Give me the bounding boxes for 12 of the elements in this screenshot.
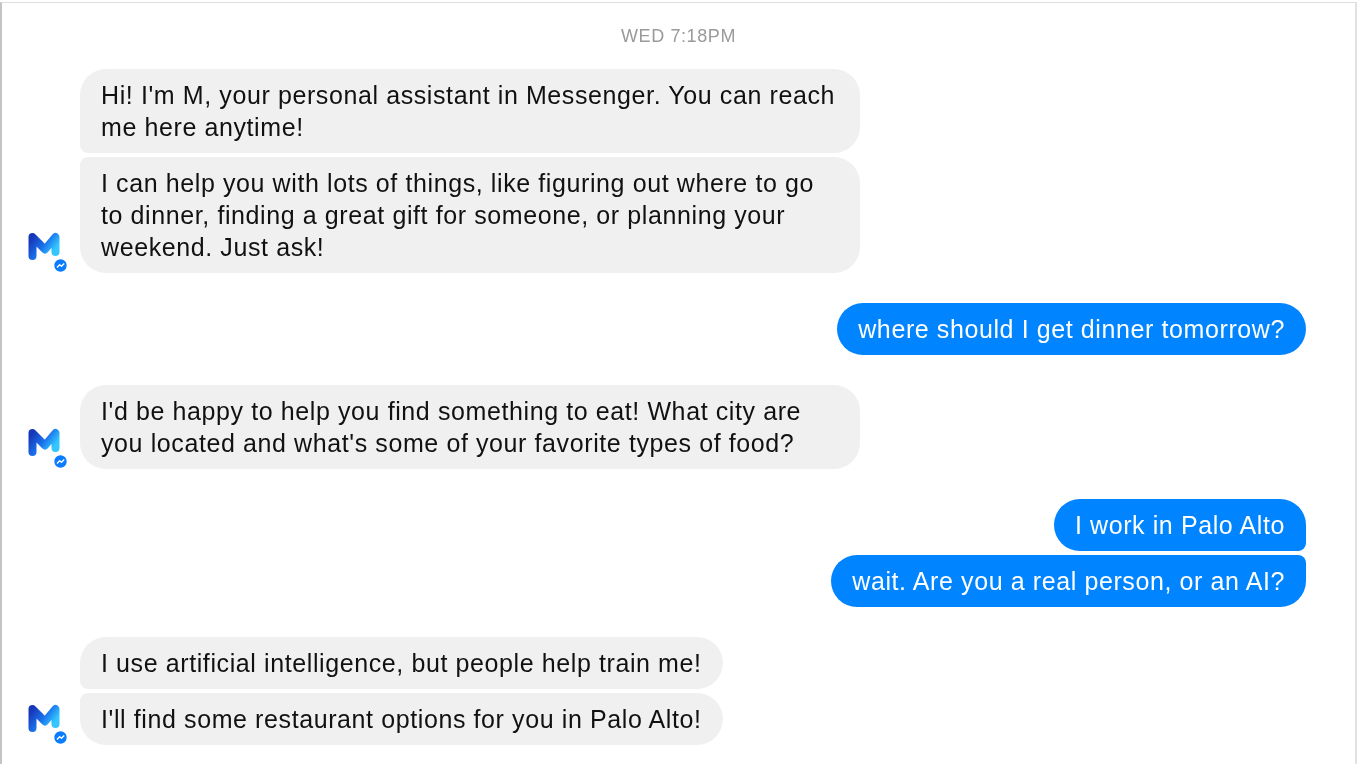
avatar-icon bbox=[28, 703, 68, 745]
received-message: I'd be happy to help you find something to eat! What city are you located and what's some of your favorite types of food? bbox=[80, 385, 860, 469]
received-message: I'll find some restaurant options for you in Palo Alto! bbox=[80, 693, 723, 745]
timestamp: WED 7:18PM bbox=[620, 25, 737, 46]
received-message: I can help you with lots of things, like figuring out where to go to dinner, finding a great gift for someone, or planning your weekend. Just ask! bbox=[80, 157, 860, 273]
sent-message: I work in Palo Alto bbox=[1053, 499, 1306, 551]
received-message: Hi! I'm M, your personal assistant in Messenger. You can reach me here anytime! bbox=[80, 69, 860, 153]
sent-message: where should I get dinner tomorrow? bbox=[837, 303, 1306, 355]
sent-message: wait. Are you a real person, or an AI? bbox=[831, 555, 1306, 607]
received-message: I use artificial intelligence, but people help train me! bbox=[80, 637, 723, 689]
avatar-icon bbox=[28, 427, 68, 469]
avatar-icon bbox=[28, 231, 68, 273]
